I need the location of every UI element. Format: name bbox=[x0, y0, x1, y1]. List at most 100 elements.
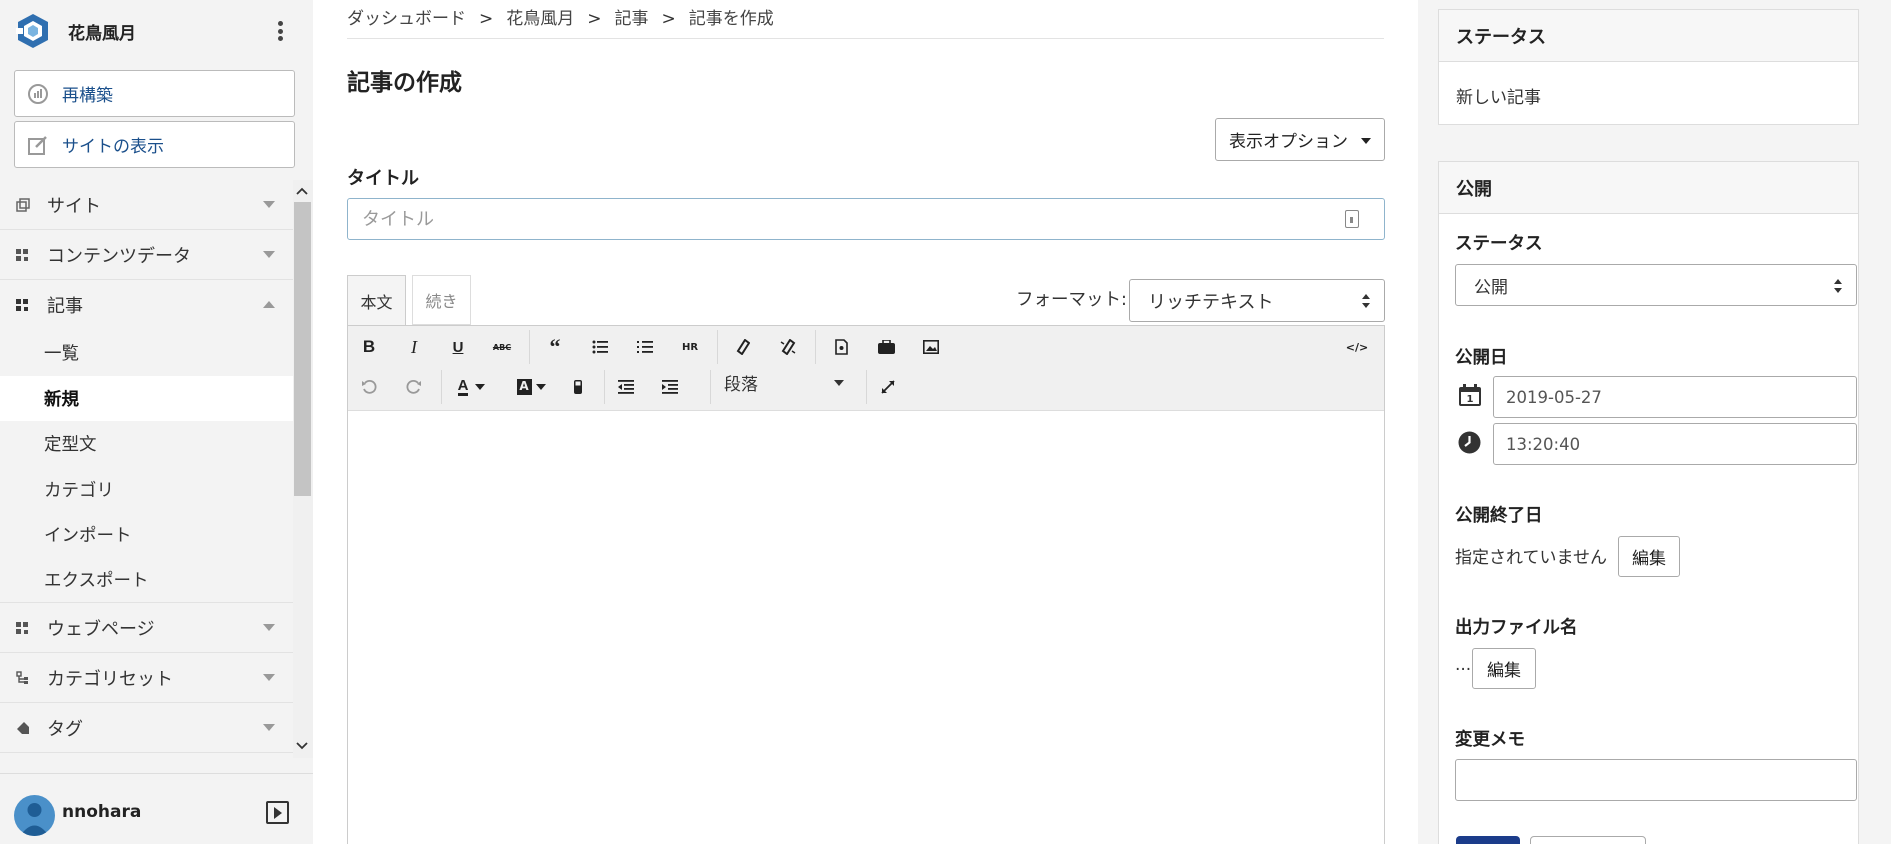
category-set-icon bbox=[15, 670, 31, 686]
numbered-list-icon[interactable] bbox=[630, 332, 660, 362]
status-panel: ステータス 新しい記事 bbox=[1438, 9, 1859, 125]
edit-basename-button[interactable]: 編集 bbox=[1472, 648, 1536, 689]
redo-icon[interactable] bbox=[399, 372, 429, 402]
publish-button[interactable] bbox=[1456, 836, 1520, 844]
source-code-icon[interactable]: </> bbox=[1342, 332, 1372, 362]
tab-more[interactable]: 続き bbox=[412, 275, 471, 325]
preview-button[interactable] bbox=[1530, 836, 1646, 844]
display-options-button[interactable]: 表示オプション bbox=[1215, 118, 1385, 161]
unlink-icon[interactable] bbox=[773, 332, 803, 362]
site-name: 花鳥風月 bbox=[68, 23, 136, 44]
status-select[interactable]: 公開 bbox=[1455, 264, 1857, 306]
indent-icon[interactable] bbox=[655, 372, 685, 402]
user-name[interactable]: nnohara bbox=[62, 802, 141, 822]
status-value: 公開 bbox=[1474, 277, 1508, 298]
breadcrumb-site[interactable]: 花鳥風月 bbox=[506, 4, 574, 29]
breadcrumb-dashboard[interactable]: ダッシュボード bbox=[347, 4, 466, 29]
breadcrumb: ダッシュボード > 花鳥風月 > 記事 > 記事を作成 bbox=[347, 4, 774, 29]
page-title: 記事の作成 bbox=[347, 70, 462, 96]
view-site-label: サイトの表示 bbox=[62, 137, 164, 157]
app-root: 花鳥風月 再構築 サイトの表示 サイト コンテンツデータ 記事 一覧 新規 定型… bbox=[0, 0, 1891, 844]
publish-date-input[interactable]: 2019-05-27 bbox=[1493, 376, 1857, 418]
breadcrumb-separator: > bbox=[587, 9, 602, 29]
sidebar-subitem-boilerplate[interactable]: 定型文 bbox=[0, 421, 293, 467]
sidebar-item-entries[interactable]: 記事 bbox=[0, 280, 293, 330]
tag-icon bbox=[15, 720, 31, 736]
revision-memo-input[interactable] bbox=[1455, 759, 1857, 801]
title-input[interactable] bbox=[347, 198, 1385, 240]
text-color-dropdown-icon[interactable] bbox=[472, 372, 488, 402]
fullscreen-icon[interactable] bbox=[873, 372, 903, 402]
more-menu-icon[interactable] bbox=[272, 18, 288, 44]
toolbar-separator bbox=[441, 370, 442, 404]
scroll-down-icon[interactable] bbox=[296, 741, 308, 751]
chevron-down-icon bbox=[263, 251, 275, 258]
italic-icon[interactable]: I bbox=[399, 332, 429, 362]
bold-icon[interactable]: B bbox=[354, 332, 384, 362]
edit-unpublish-button[interactable]: 編集 bbox=[1618, 536, 1680, 577]
horizontal-rule-icon[interactable]: HR bbox=[675, 332, 705, 362]
format-label: フォーマット: bbox=[1016, 290, 1127, 310]
toolbar-separator bbox=[604, 370, 605, 404]
toolbar-separator bbox=[529, 330, 530, 364]
toolbar-separator bbox=[815, 330, 816, 364]
link-icon[interactable] bbox=[728, 332, 758, 362]
undo-icon[interactable] bbox=[354, 372, 384, 402]
rebuild-label: 再構築 bbox=[62, 86, 113, 106]
underline-icon[interactable]: U bbox=[443, 332, 473, 362]
toolbar-separator bbox=[717, 330, 718, 364]
view-site-button[interactable]: サイトの表示 bbox=[14, 121, 295, 168]
publish-panel-title: 公開 bbox=[1439, 162, 1858, 214]
insert-asset-icon[interactable] bbox=[871, 332, 901, 362]
sidebar-item-label: ウェブページ bbox=[47, 618, 155, 640]
sidebar-item-label: サイト bbox=[47, 195, 101, 217]
editor-toolbar: B I U ABC “ HR </> A A 段落 bbox=[348, 326, 1384, 411]
collapse-sidebar-icon[interactable] bbox=[266, 801, 289, 824]
main-content: ダッシュボード > 花鳥風月 > 記事 > 記事を作成 記事の作成 表示オプション タイトル… bbox=[313, 0, 1418, 844]
basename-text: ... bbox=[1455, 655, 1472, 675]
sidebar-nav: サイト コンテンツデータ 記事 一覧 新規 定型文 カテゴリ インポート エクス… bbox=[0, 180, 313, 758]
toolbar-separator bbox=[866, 370, 867, 404]
paragraph-value: 段落 bbox=[724, 374, 758, 395]
rebuild-icon bbox=[28, 83, 48, 104]
tab-body[interactable]: 本文 bbox=[347, 275, 406, 325]
blockquote-icon[interactable]: “ bbox=[540, 332, 570, 362]
publish-time-input[interactable]: 13:20:40 bbox=[1493, 423, 1857, 465]
sidebar-item-category-sets[interactable]: カテゴリセット bbox=[0, 653, 293, 703]
sidebar-subitem-export[interactable]: エクスポート bbox=[0, 558, 293, 603]
sidebar-item-content-data[interactable]: コンテンツデータ bbox=[0, 230, 293, 280]
strikethrough-icon[interactable]: ABC bbox=[487, 332, 517, 362]
sidebar-subitem-new[interactable]: 新規 bbox=[0, 375, 293, 421]
chevron-down-icon bbox=[263, 201, 275, 208]
divider bbox=[347, 38, 1384, 39]
sidebar-subitem-list[interactable]: 一覧 bbox=[0, 330, 293, 376]
select-arrows-icon bbox=[1834, 279, 1842, 293]
background-color-dropdown-icon[interactable] bbox=[533, 372, 549, 402]
sidebar-item-webpages[interactable]: ウェブページ bbox=[0, 603, 293, 653]
chevron-up-icon bbox=[263, 301, 275, 308]
sidebar-item-site[interactable]: サイト bbox=[0, 180, 293, 230]
paragraph-format-select[interactable]: 段落 bbox=[724, 367, 854, 397]
outdent-icon[interactable] bbox=[611, 372, 641, 402]
breadcrumb-entries[interactable]: 記事 bbox=[615, 4, 649, 29]
remove-format-icon[interactable] bbox=[563, 372, 593, 402]
rich-text-editor[interactable]: B I U ABC “ HR </> A A 段落 bbox=[347, 325, 1385, 844]
avatar[interactable] bbox=[14, 795, 55, 836]
sidebar-scrollbar-thumb[interactable] bbox=[294, 202, 311, 496]
rebuild-button[interactable]: 再構築 bbox=[14, 70, 295, 117]
format-select[interactable]: リッチテキスト bbox=[1129, 279, 1385, 322]
webpages-icon bbox=[15, 620, 31, 636]
brand[interactable]: 花鳥風月 bbox=[14, 11, 136, 51]
sidebar-subitem-category[interactable]: カテゴリ bbox=[0, 467, 293, 513]
bullet-list-icon[interactable] bbox=[585, 332, 615, 362]
calendar-icon[interactable]: 1 bbox=[1458, 383, 1482, 407]
insert-file-icon[interactable] bbox=[826, 332, 856, 362]
sidebar-subitem-import[interactable]: インポート bbox=[0, 512, 293, 558]
sidebar-item-tags[interactable]: タグ bbox=[0, 703, 293, 753]
scroll-up-icon[interactable] bbox=[296, 186, 308, 196]
right-sidebar: ステータス 新しい記事 公開 ステータス 公開 公開日 1 2019-05-27… bbox=[1418, 0, 1891, 844]
insert-image-icon[interactable] bbox=[916, 332, 946, 362]
sidebar-item-label: 記事 bbox=[47, 296, 83, 317]
clock-icon[interactable] bbox=[1458, 431, 1481, 454]
title-label: タイトル bbox=[347, 168, 419, 189]
